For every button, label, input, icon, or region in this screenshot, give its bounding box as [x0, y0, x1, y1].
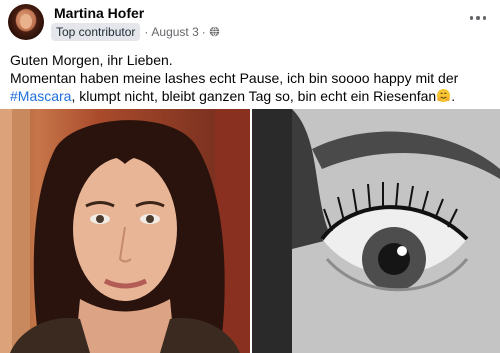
more-options-icon-dot: [476, 16, 480, 20]
eye-closeup-photo[interactable]: [252, 109, 500, 353]
meta-separator: ·: [144, 24, 149, 39]
post-date[interactable]: August 3: [151, 25, 198, 39]
portrait-illustration: [0, 109, 250, 353]
post-text-line-3-rest: , klumpt nicht, bleibt ganzen Tag so, bi…: [71, 88, 437, 104]
author-avatar[interactable]: [8, 4, 44, 40]
post-text-line-3-end: .: [451, 88, 456, 104]
hugging-face-emoji-icon: [437, 88, 451, 103]
globe-icon[interactable]: [209, 26, 220, 37]
avatar-face: [20, 14, 32, 29]
facebook-post: Martina Hofer Top contributor · August 3…: [0, 0, 500, 353]
meta-dot: ·: [201, 24, 206, 39]
post-text-line-1: Guten Morgen, ihr Lieben.: [10, 52, 173, 68]
post-text-line-3: #Mascara, klumpt nicht, bleibt ganzen Ta…: [10, 87, 494, 105]
eye-illustration: [252, 109, 500, 353]
more-options-button[interactable]: [466, 10, 490, 26]
more-options-icon-dot: [469, 16, 474, 20]
top-contributor-badge[interactable]: Top contributor: [51, 22, 141, 41]
post-text: Guten Morgen, ihr Lieben. Momentan haben…: [10, 51, 494, 105]
hashtag-link[interactable]: #Mascara: [10, 88, 71, 104]
more-options-icon-dot: [482, 16, 487, 20]
post-meta: Top contributor · August 3 ·: [51, 22, 220, 41]
photo-grid: [0, 109, 500, 353]
post-text-line-2: Momentan haben meine lashes echt Pause, …: [10, 70, 459, 86]
woman-portrait-photo[interactable]: [0, 109, 250, 353]
author-name[interactable]: Martina Hofer: [54, 5, 144, 21]
